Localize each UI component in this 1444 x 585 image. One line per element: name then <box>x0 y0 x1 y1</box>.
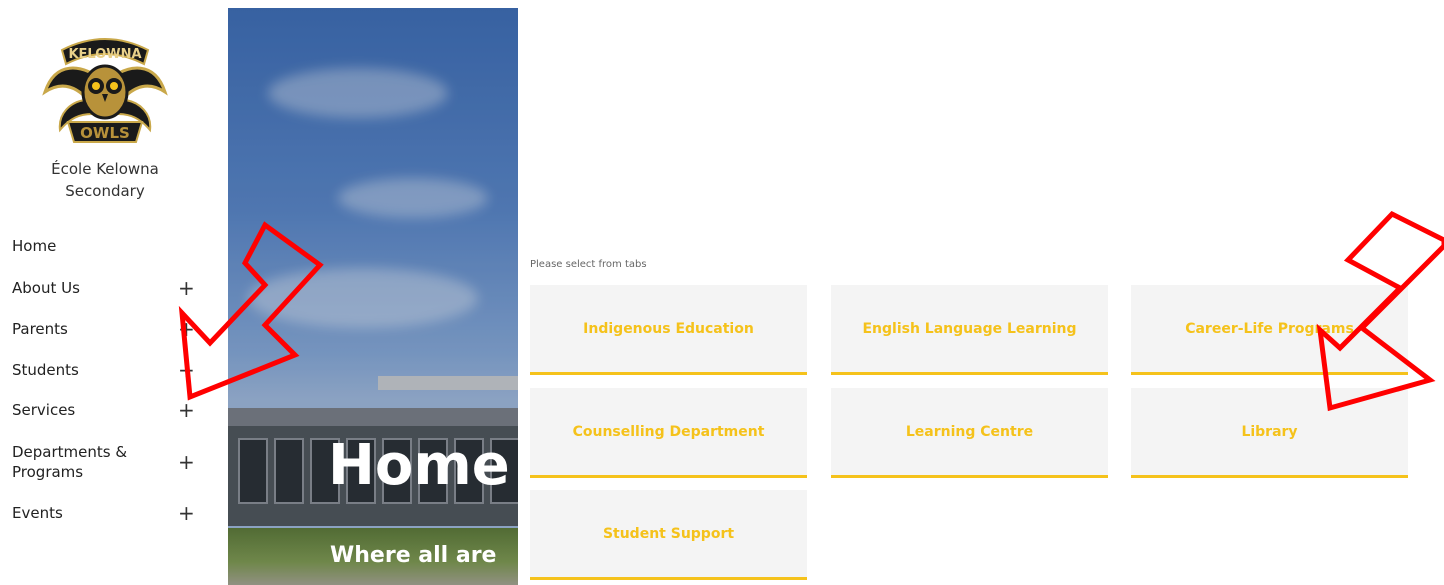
expand-icon[interactable]: + <box>178 400 195 420</box>
hero-tagline: Where all are <box>330 543 497 568</box>
expand-icon[interactable]: + <box>178 503 195 523</box>
expand-icon[interactable]: + <box>178 319 195 339</box>
expand-icon[interactable]: + <box>178 360 195 380</box>
tab-learning-centre[interactable]: Learning Centre <box>831 388 1108 478</box>
nav-item-students[interactable]: Students + <box>12 360 212 380</box>
hero-banner: Home Where all are <box>228 8 518 585</box>
hero-title: Home <box>328 433 510 498</box>
nav-item-parents[interactable]: Parents + <box>12 319 212 339</box>
expand-icon[interactable]: + <box>178 452 195 472</box>
nav-item-events[interactable]: Events + <box>12 503 212 523</box>
logo-subtext: OWLS <box>80 124 130 142</box>
tab-english-language-learning[interactable]: English Language Learning <box>831 285 1108 375</box>
school-name-line1: École Kelowna <box>51 160 159 178</box>
tab-counselling-department[interactable]: Counselling Department <box>530 388 807 478</box>
school-name[interactable]: École Kelowna Secondary <box>0 158 210 202</box>
nav-item-about-us[interactable]: About Us + <box>12 278 212 298</box>
tab-library[interactable]: Library <box>1131 388 1408 478</box>
logo-text: KELOWNA <box>68 47 141 62</box>
tab-student-support[interactable]: Student Support <box>530 490 807 580</box>
sidebar: KELOWNA OWLS École Kelowna Secondary Hom… <box>0 0 228 585</box>
tab-indigenous-education[interactable]: Indigenous Education <box>530 285 807 375</box>
nav-item-home[interactable]: Home <box>12 236 212 256</box>
nav-item-services[interactable]: Services + <box>12 400 212 420</box>
nav-item-departments-programs[interactable]: Departments & Programs + <box>12 442 212 482</box>
school-name-line2: Secondary <box>65 182 145 200</box>
tabs-instruction: Please select from tabs <box>530 259 647 270</box>
expand-icon[interactable]: + <box>178 278 195 298</box>
tab-career-life-programs[interactable]: Career-Life Programs <box>1131 285 1408 375</box>
owl-crest-icon[interactable]: KELOWNA OWLS <box>40 22 170 147</box>
